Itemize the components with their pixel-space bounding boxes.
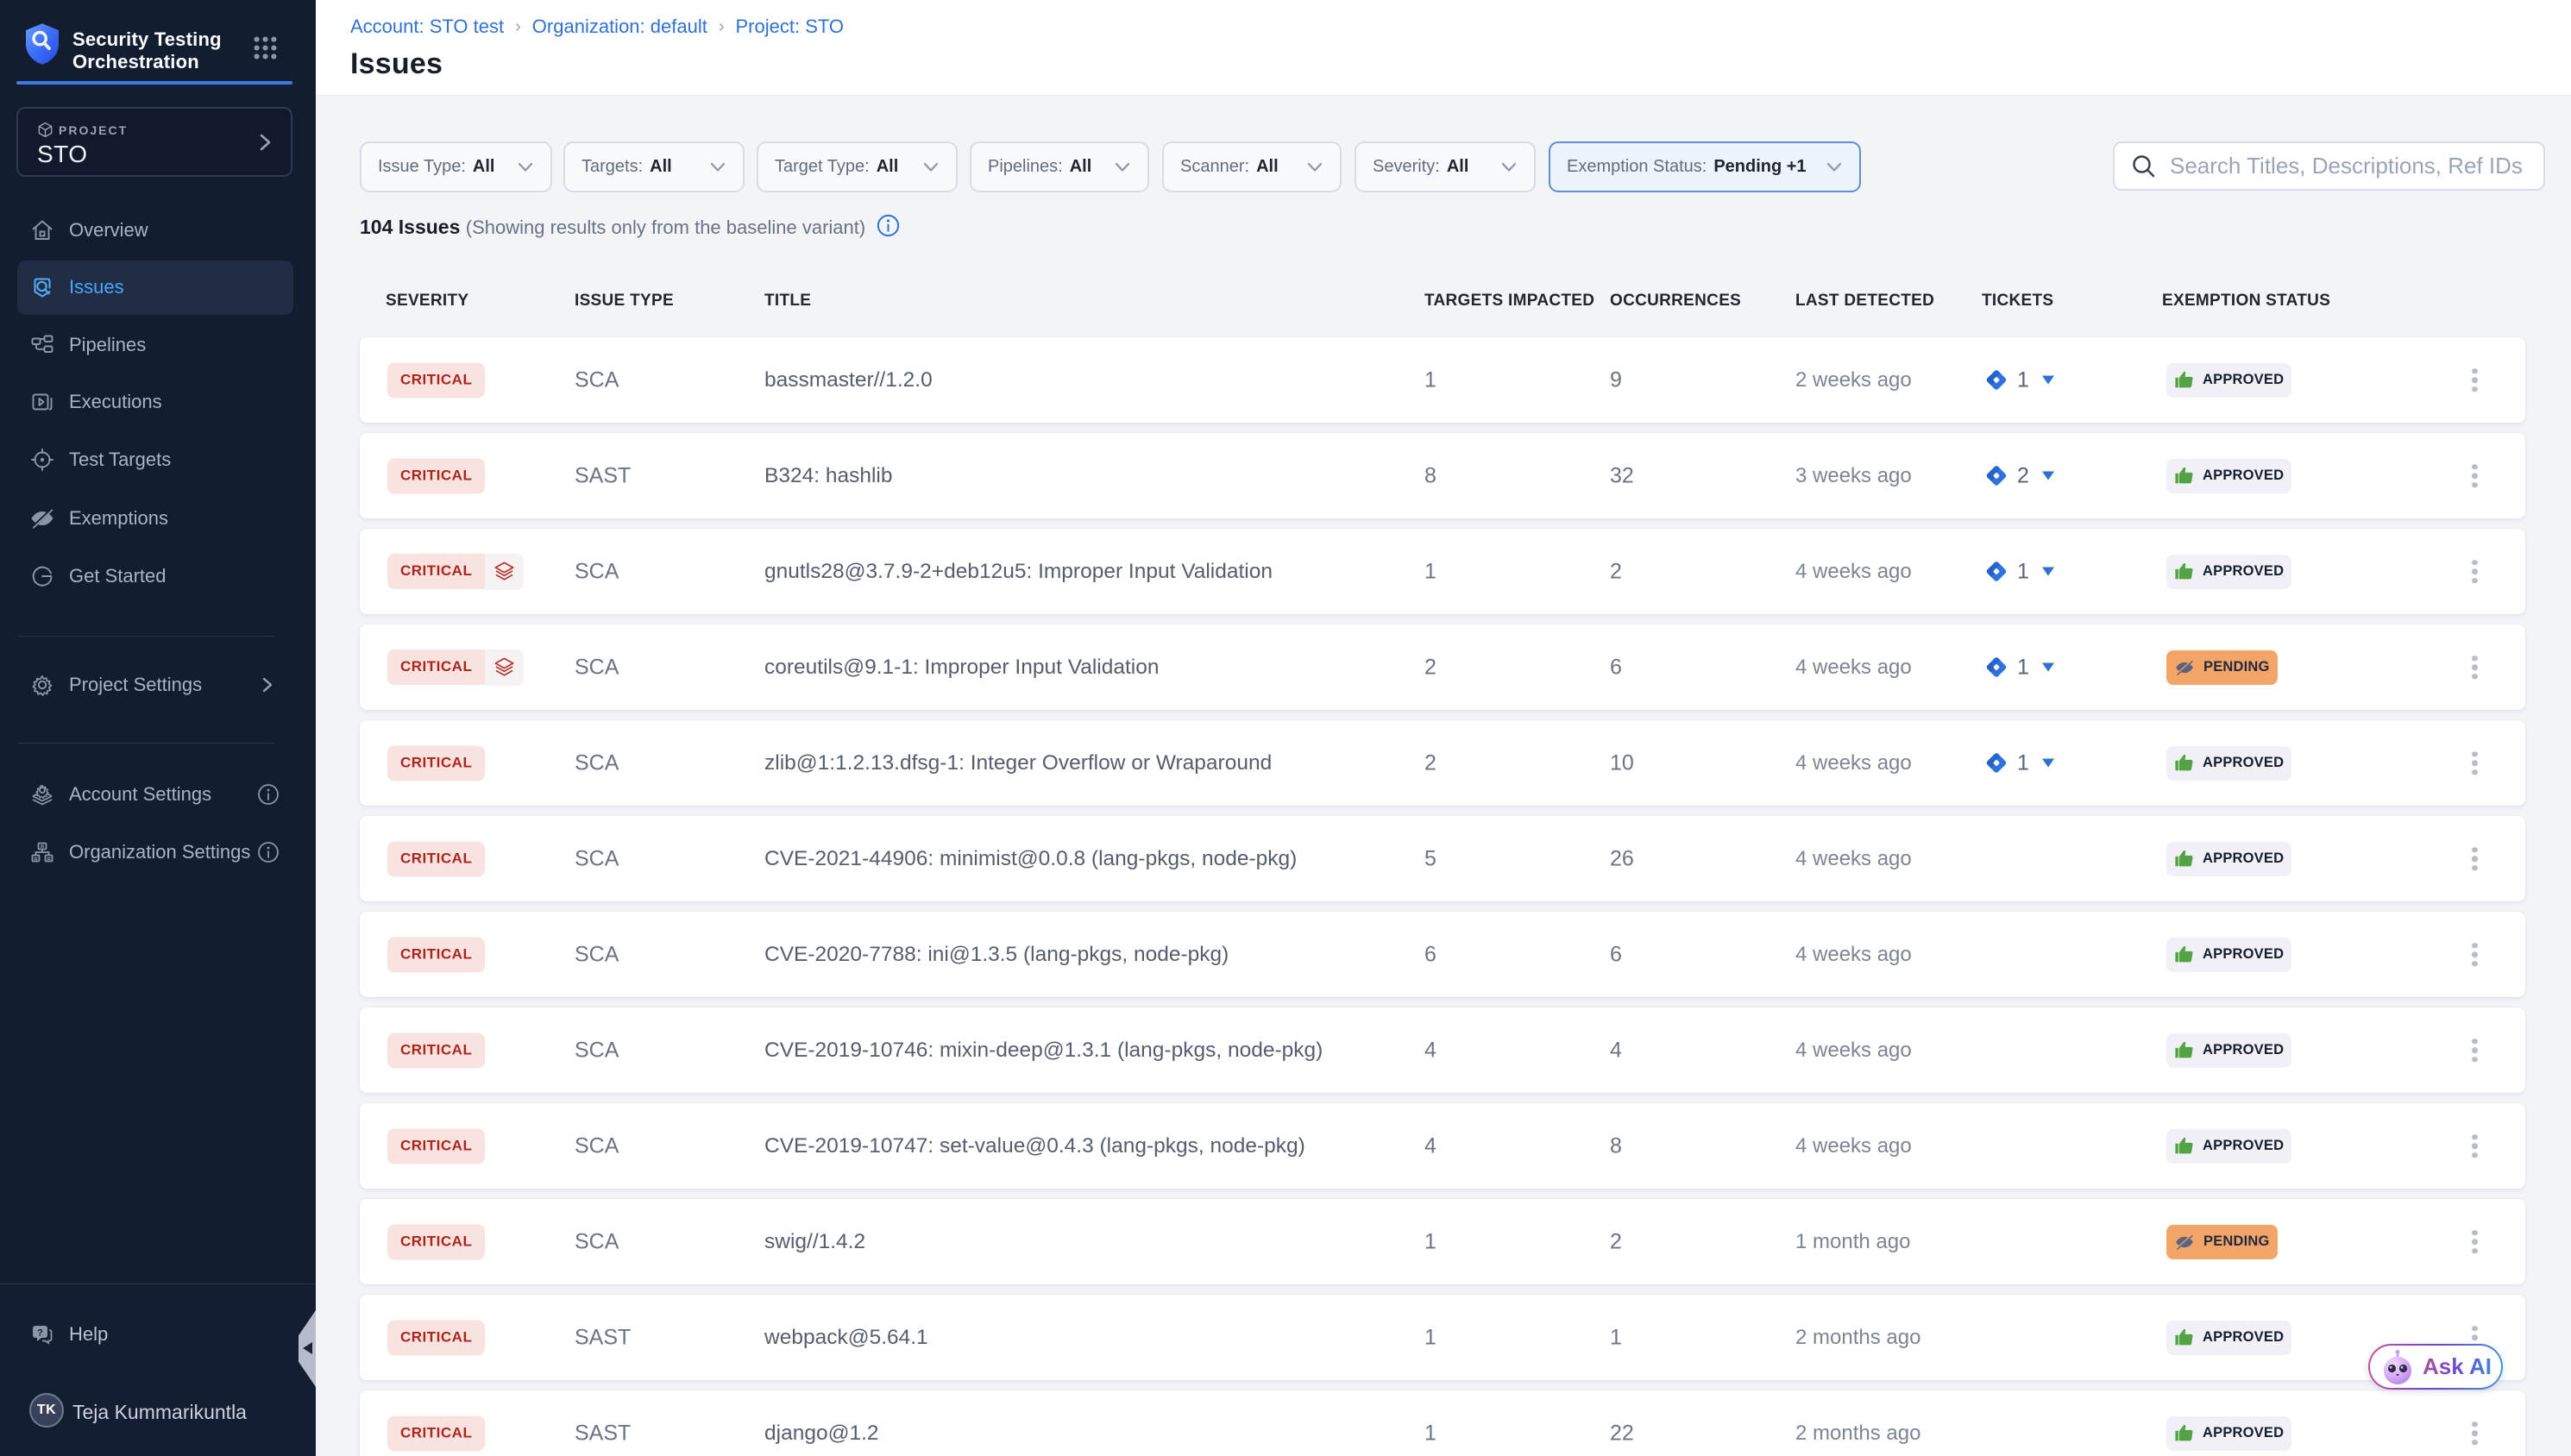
svg-text:?: ? xyxy=(37,1328,43,1339)
